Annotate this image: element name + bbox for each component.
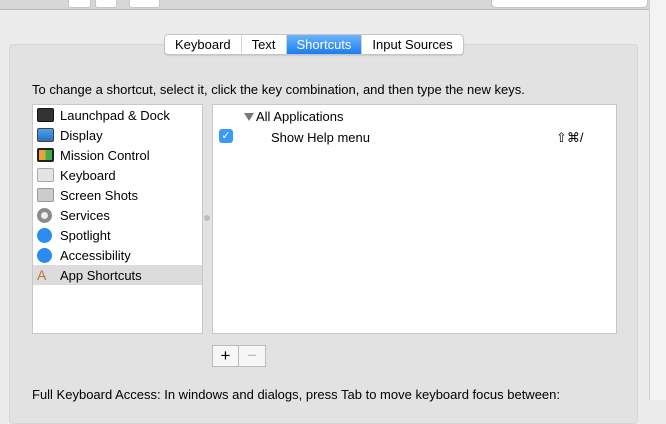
display-icon — [37, 128, 54, 142]
category-label: Mission Control — [60, 147, 150, 163]
shortcut-enabled-checkbox[interactable]: ✓ — [219, 129, 233, 143]
window-toolbar — [0, 0, 666, 10]
shortcuts-table[interactable]: All Applications ✓ Show Help menu ⇧⌘/ — [212, 104, 617, 334]
category-spotlight[interactable]: Spotlight — [33, 225, 202, 245]
group-all-applications[interactable]: All Applications — [244, 109, 343, 124]
app-shortcuts-icon: A — [37, 267, 47, 283]
window-edge — [649, 0, 666, 400]
spotlight-icon — [37, 227, 52, 243]
category-launchpad-dock[interactable]: Launchpad & Dock — [33, 105, 202, 125]
search-field[interactable] — [491, 0, 648, 8]
gear-icon — [37, 207, 52, 223]
shortcut-keys[interactable]: ⇧⌘/ — [556, 130, 584, 146]
tab-bar: Keyboard Text Shortcuts Input Sources — [164, 34, 464, 55]
forward-button[interactable] — [95, 0, 117, 8]
category-label: Display — [60, 127, 103, 143]
add-button[interactable]: + — [212, 345, 239, 367]
keyboard-icon — [37, 168, 54, 182]
shortcut-row[interactable]: ✓ Show Help menu ⇧⌘/ — [213, 128, 616, 148]
category-list[interactable]: Launchpad & Dock Display Mission Control… — [32, 104, 203, 334]
category-label: App Shortcuts — [60, 267, 142, 283]
category-services[interactable]: Services — [33, 205, 202, 225]
launchpad-icon — [37, 108, 54, 122]
tab-text[interactable]: Text — [242, 35, 287, 54]
tab-shortcuts[interactable]: Shortcuts — [286, 35, 363, 54]
mission-control-icon — [37, 148, 54, 162]
category-label: Spotlight — [60, 227, 111, 243]
accessibility-icon — [37, 247, 52, 263]
shortcut-label: Show Help menu — [271, 130, 370, 145]
back-button[interactable] — [68, 0, 91, 8]
category-keyboard[interactable]: Keyboard — [33, 165, 202, 185]
category-display[interactable]: Display — [33, 125, 202, 145]
tab-keyboard[interactable]: Keyboard — [165, 35, 242, 54]
category-accessibility[interactable]: Accessibility — [33, 245, 202, 265]
instructions-text: To change a shortcut, select it, click t… — [32, 82, 525, 97]
category-app-shortcuts[interactable]: A App Shortcuts — [33, 265, 202, 285]
remove-button[interactable]: − — [239, 345, 266, 367]
tab-input-sources[interactable]: Input Sources — [362, 35, 462, 54]
category-screen-shots[interactable]: Screen Shots — [33, 185, 202, 205]
category-label: Accessibility — [60, 247, 131, 263]
category-label: Screen Shots — [60, 187, 139, 203]
category-label: Services — [60, 207, 110, 223]
screenshot-icon — [37, 188, 54, 202]
show-all-button[interactable] — [129, 0, 160, 8]
disclosure-triangle-icon[interactable] — [244, 112, 254, 121]
category-label: Launchpad & Dock — [60, 107, 170, 123]
split-view-handle[interactable] — [204, 215, 210, 221]
group-label: All Applications — [256, 109, 344, 124]
add-remove-control: + − — [212, 345, 266, 367]
category-mission-control[interactable]: Mission Control — [33, 145, 202, 165]
category-label: Keyboard — [60, 167, 116, 183]
